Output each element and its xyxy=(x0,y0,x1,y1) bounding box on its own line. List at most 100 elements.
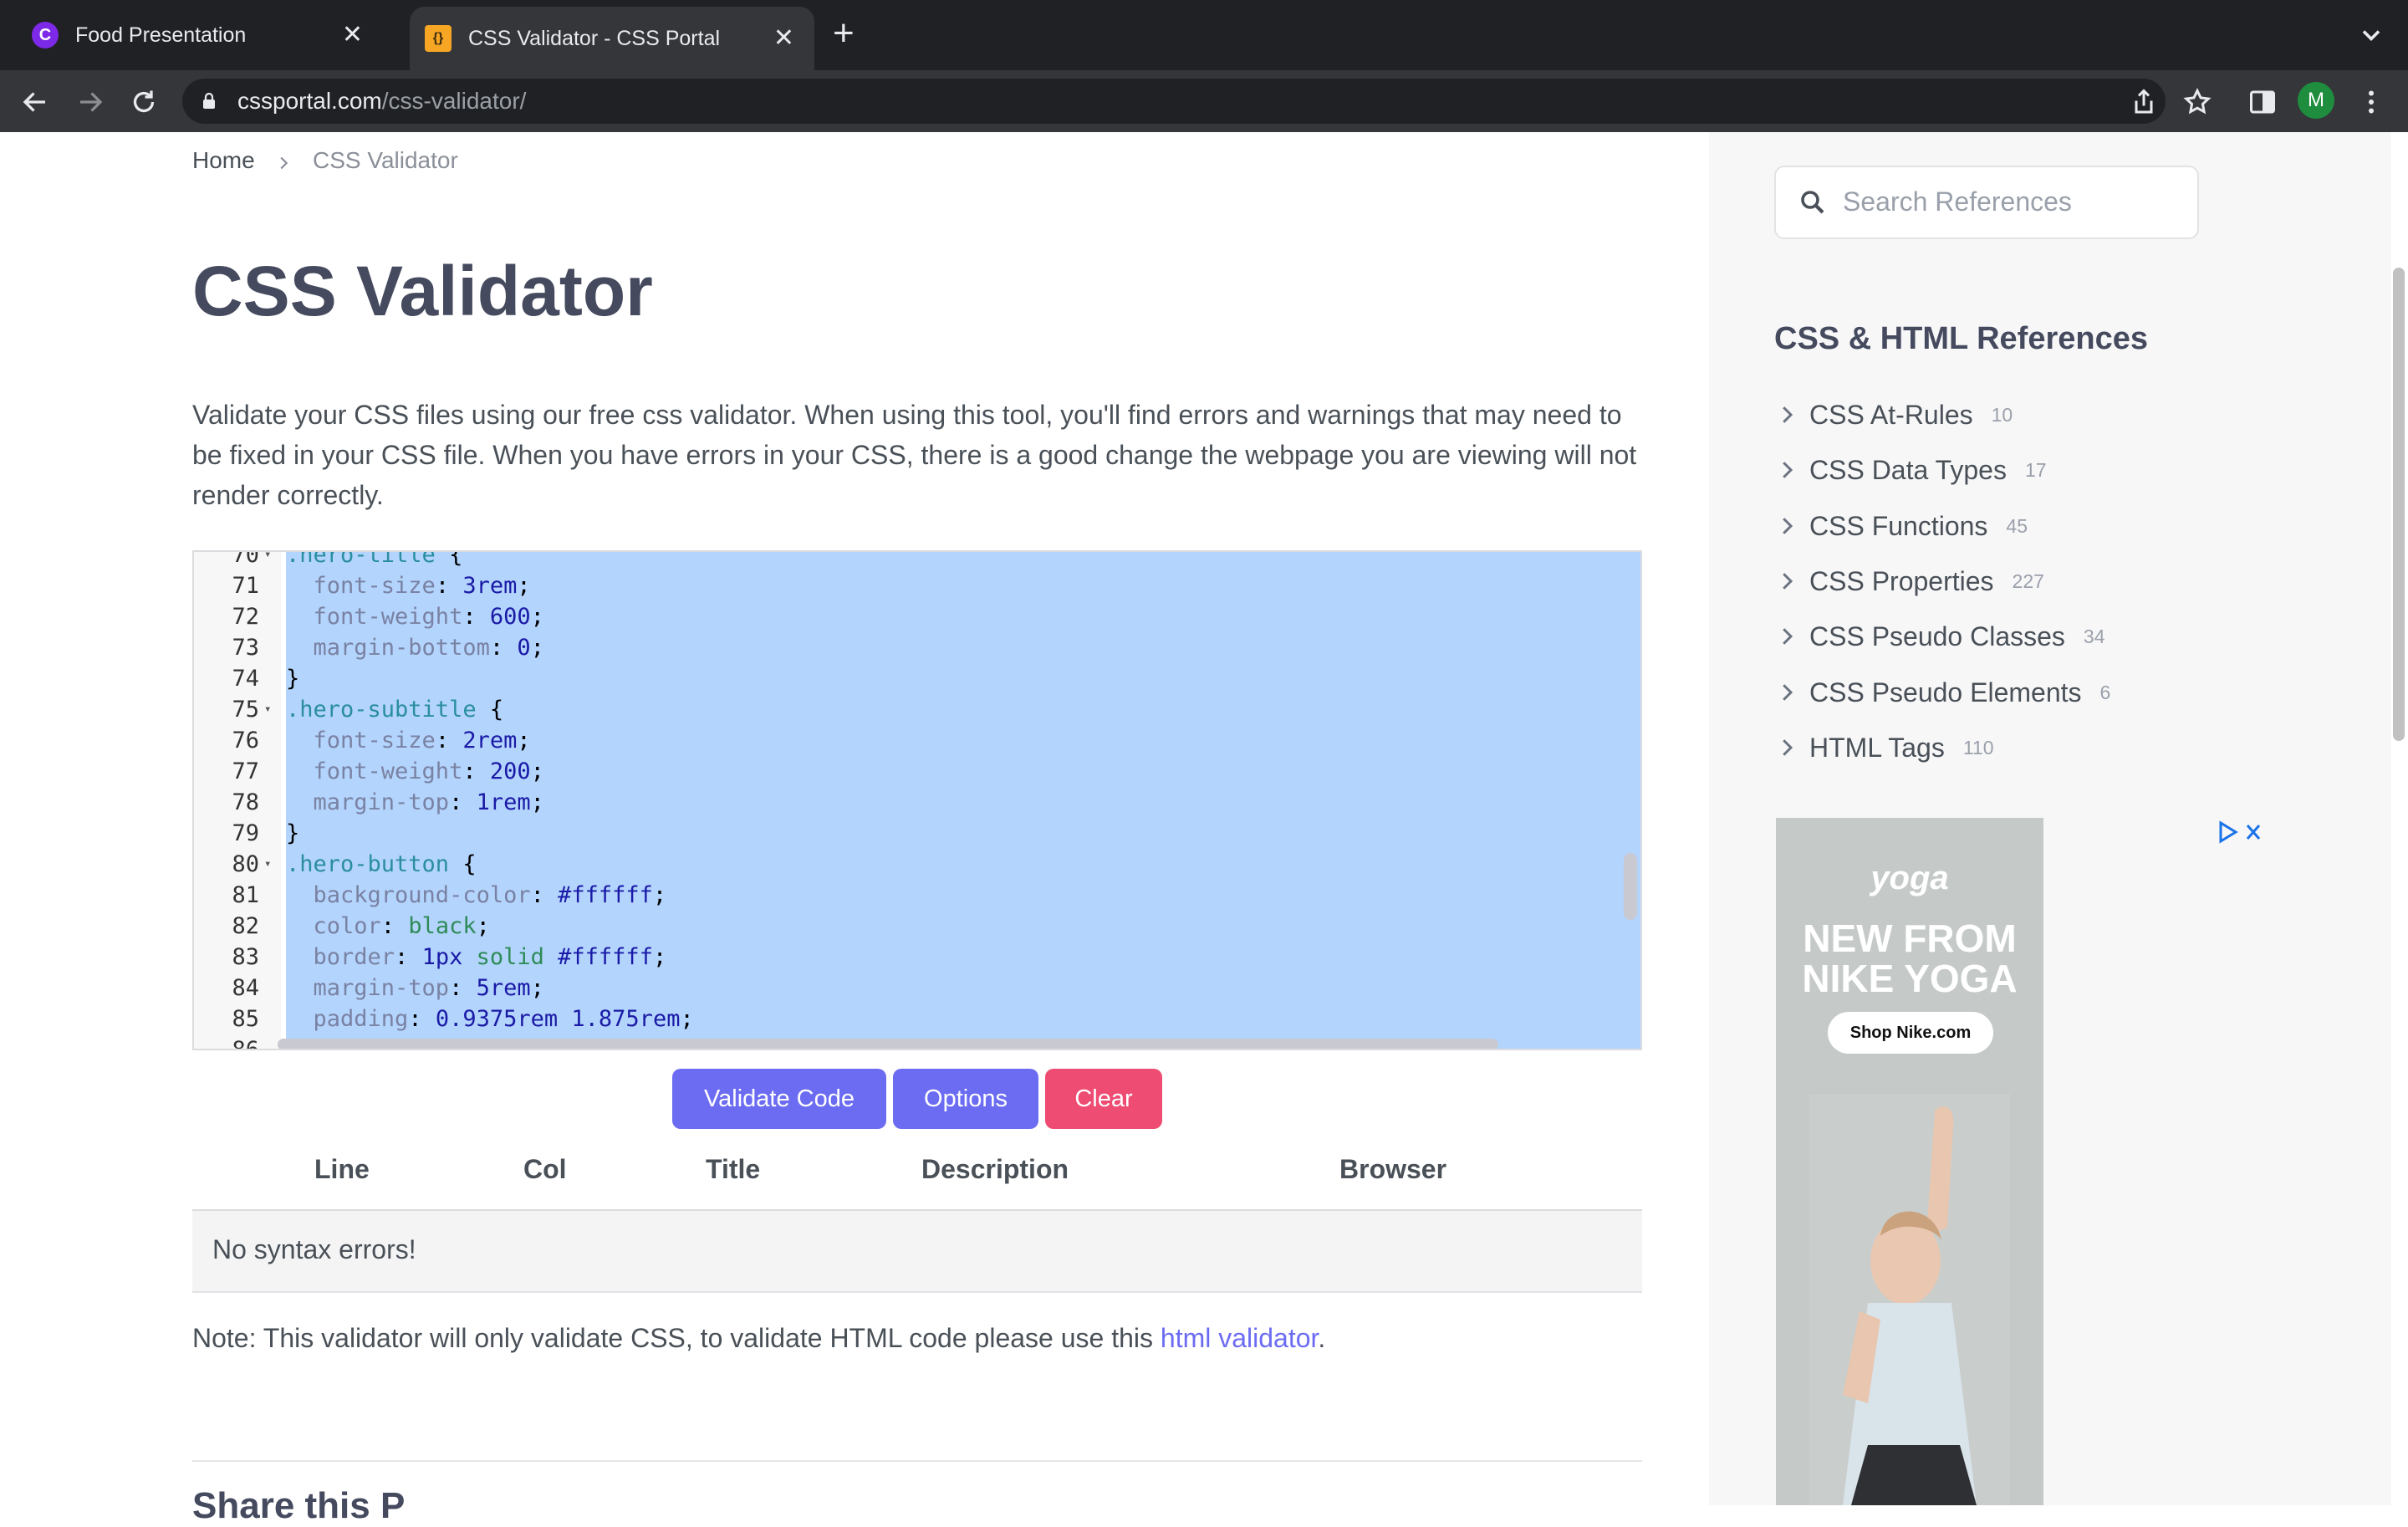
html-validator-link[interactable]: html validator xyxy=(1161,1323,1319,1353)
code-token: .hero-subtitle xyxy=(286,697,477,723)
code-token: { xyxy=(435,550,463,568)
tab-title: CSS Validator - CSS Portal xyxy=(468,26,721,50)
search-box[interactable] xyxy=(1774,166,2199,239)
code-text: .hero-button { xyxy=(286,849,477,880)
tab-food-presentation[interactable]: C Food Presentation ✕ xyxy=(17,0,410,70)
search-input[interactable] xyxy=(1841,186,2179,218)
code-token: } xyxy=(286,666,300,692)
line-number: 84 xyxy=(232,975,259,1001)
close-tab-icon[interactable]: ✕ xyxy=(342,23,363,48)
code-text: margin-top: 5rem; xyxy=(286,973,544,1004)
code-token: padding xyxy=(286,1006,409,1032)
code-token: } xyxy=(286,820,300,846)
fold-arrow-icon[interactable]: ▾ xyxy=(264,552,271,570)
code-text: background-color: #ffffff; xyxy=(286,880,667,911)
share-heading: Share this P xyxy=(192,1485,406,1526)
code-token: : xyxy=(530,882,559,908)
reference-item[interactable]: CSS Functions 45 xyxy=(1774,505,2028,547)
reference-item[interactable]: CSS Pseudo Classes 34 xyxy=(1774,615,2105,657)
line-number: 74 xyxy=(232,666,259,692)
fold-arrow-icon[interactable]: ▾ xyxy=(264,849,271,880)
code-token: .hero-button xyxy=(286,851,450,877)
code-token: : xyxy=(395,944,422,970)
validator-note: Note: This validator will only validate … xyxy=(192,1323,1325,1354)
editor-scrollbar-vertical[interactable] xyxy=(1624,853,1637,920)
css-code-editor[interactable]: 70 ▾ .hero-title {71 font-size: 3rem; 72 fo… xyxy=(192,550,1642,1050)
code-token: 1.875rem xyxy=(571,1006,681,1032)
code-token: ; xyxy=(530,635,544,661)
tab-search-chevron-icon[interactable] xyxy=(2356,20,2386,50)
ad-model-image xyxy=(1809,1094,2010,1505)
code-token: ; xyxy=(652,882,667,908)
code-token: : xyxy=(380,913,409,939)
reference-item[interactable]: CSS Data Types 17 xyxy=(1774,449,2047,491)
line-number: 81 xyxy=(232,882,259,908)
reference-item-count: 10 xyxy=(1991,403,2013,426)
url-text[interactable]: cssportal.com/css-validator/ xyxy=(237,86,526,116)
code-text: font-size: 2rem; xyxy=(286,725,531,756)
new-tab-button[interactable]: + xyxy=(833,15,855,52)
reference-item-label: CSS Data Types xyxy=(1809,454,2007,485)
code-token: 5rem xyxy=(476,975,531,1001)
code-token: : xyxy=(435,728,463,753)
code-token: font-size xyxy=(286,728,436,753)
code-text: } xyxy=(286,818,299,849)
options-button[interactable]: Options xyxy=(893,1069,1038,1129)
back-icon[interactable] xyxy=(20,87,50,117)
reference-item-count: 6 xyxy=(2099,681,2111,703)
url-path: /css-validator/ xyxy=(381,88,527,114)
reload-icon[interactable] xyxy=(129,87,159,117)
ad-shop-button[interactable]: Shop Nike.com xyxy=(1828,1012,1993,1054)
profile-avatar[interactable]: M xyxy=(2298,82,2334,119)
line-number: 71 xyxy=(232,573,259,599)
code-token: margin-top xyxy=(286,789,450,815)
code-token: ; xyxy=(530,604,544,630)
line-number: 75 xyxy=(232,697,259,723)
reference-item[interactable]: CSS Properties 227 xyxy=(1774,560,2044,602)
code-text: .hero-title { xyxy=(286,550,463,570)
close-tab-icon[interactable]: ✕ xyxy=(773,26,794,51)
breadcrumb-home[interactable]: Home xyxy=(192,147,255,174)
code-token: { xyxy=(449,851,477,877)
clear-button[interactable]: Clear xyxy=(1045,1069,1162,1129)
code-token: .hero-title xyxy=(286,550,436,568)
code-text: font-size: 3rem; xyxy=(286,570,531,601)
more-menu-icon[interactable] xyxy=(2356,87,2386,117)
tab-title: Food Presentation xyxy=(75,23,247,47)
share-icon[interactable] xyxy=(2129,87,2159,117)
chevron-right-icon xyxy=(1783,518,1793,534)
breadcrumb-chevron-icon xyxy=(280,156,288,170)
page-scrollbar[interactable] xyxy=(2393,268,2405,741)
side-panel-icon[interactable] xyxy=(2247,87,2278,117)
code-token: 2rem xyxy=(462,728,518,753)
validate-code-button[interactable]: Validate Code xyxy=(672,1069,886,1129)
editor-scrollbar-horizontal[interactable] xyxy=(278,1039,1498,1049)
adchoices-icon[interactable] xyxy=(2216,818,2266,846)
intro-paragraph: Validate your CSS files using our free c… xyxy=(192,400,1637,510)
line-number: 85 xyxy=(232,1006,259,1032)
column-header-browser: Browser xyxy=(1339,1154,1447,1184)
code-token: color xyxy=(286,913,381,939)
references-heading: CSS & HTML References xyxy=(1774,321,2148,356)
reference-item[interactable]: HTML Tags 110 xyxy=(1774,727,1994,769)
reference-item[interactable]: CSS At-Rules 10 xyxy=(1774,394,2013,436)
code-token: font-weight xyxy=(286,758,463,784)
lock-icon[interactable] xyxy=(199,90,219,112)
reference-item-label: CSS Functions xyxy=(1809,510,1988,541)
code-token: #ffffff xyxy=(558,944,653,970)
line-number: 77 xyxy=(232,758,259,784)
tab-css-validator[interactable]: {} CSS Validator - CSS Portal ✕ xyxy=(410,7,814,70)
cssportal-favicon-icon: {} xyxy=(425,25,452,52)
column-header-col: Col xyxy=(523,1154,567,1184)
forward-icon[interactable] xyxy=(75,87,105,117)
chevron-right-icon xyxy=(1783,573,1793,590)
reference-item-label: CSS Pseudo Classes xyxy=(1809,621,2065,651)
fold-arrow-icon[interactable]: ▾ xyxy=(264,694,271,725)
reference-item[interactable]: CSS Pseudo Elements 6 xyxy=(1774,672,2110,713)
code-token: 600 xyxy=(489,604,531,630)
url-host: cssportal.com xyxy=(237,88,382,114)
bookmark-star-icon[interactable] xyxy=(2182,87,2212,117)
advertisement[interactable]: yoga NEW FROM NIKE YOGA Shop Nike.com xyxy=(1776,818,2043,1505)
line-number: 78 xyxy=(232,789,259,815)
code-token: 1px xyxy=(421,944,463,970)
